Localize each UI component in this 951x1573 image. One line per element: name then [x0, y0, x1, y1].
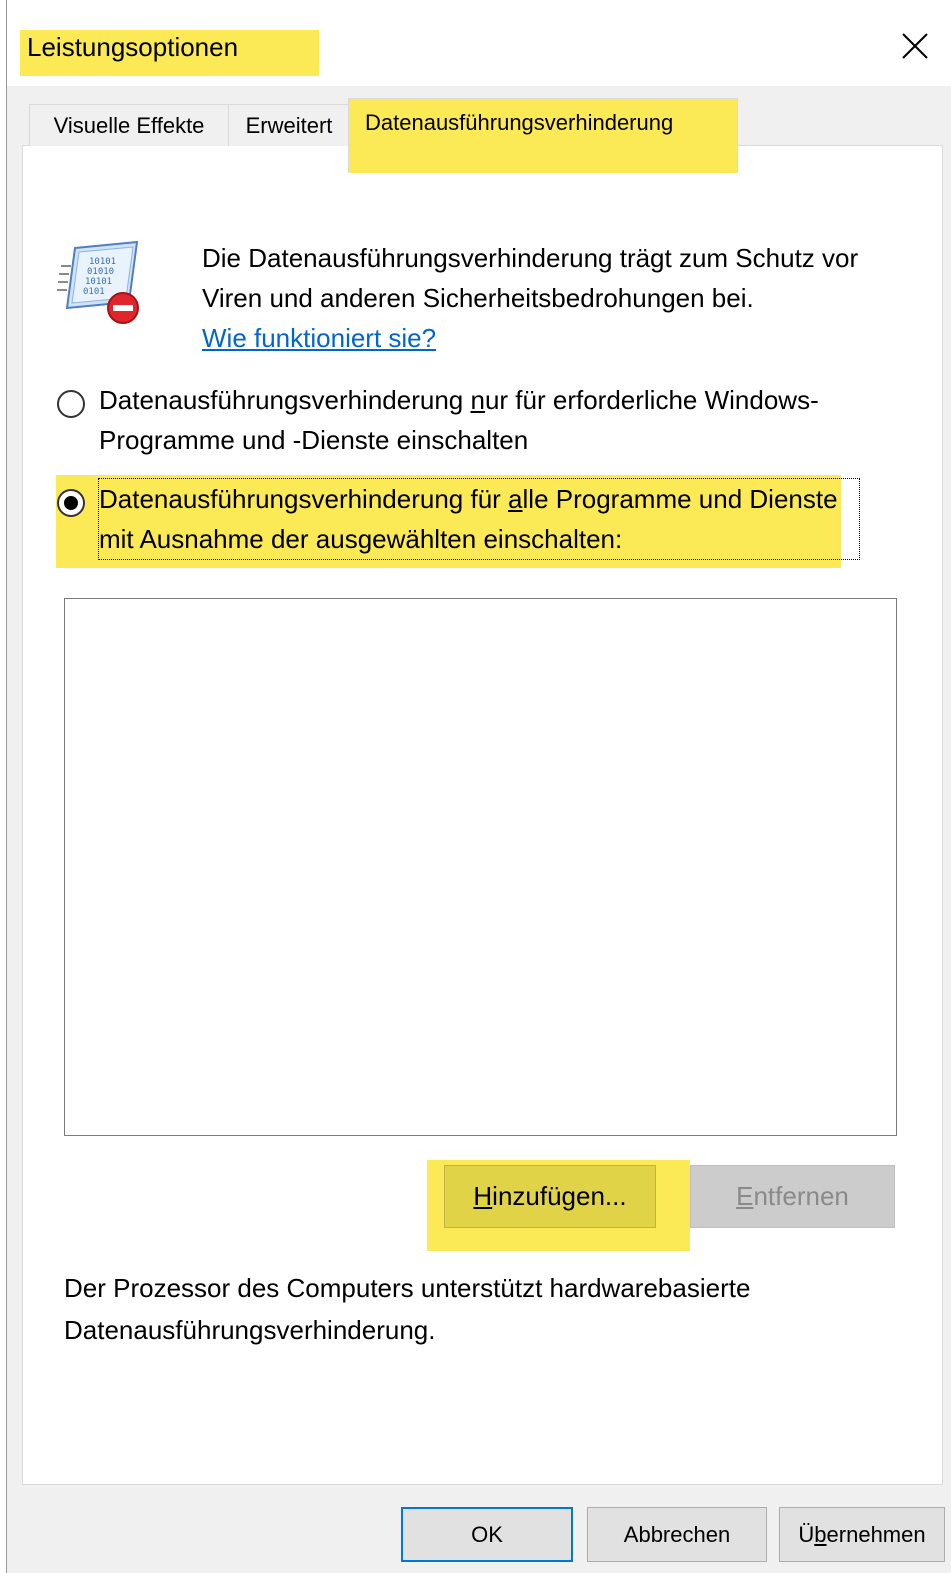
- remove-button[interactable]: Entfernen: [690, 1165, 895, 1228]
- performance-options-dialog: Leistungsoptionen Visuelle Effekte Erwei…: [6, 0, 951, 1573]
- how-it-works-link[interactable]: Wie funktioniert sie?: [202, 323, 436, 353]
- add-button[interactable]: Hinzufügen...: [444, 1165, 656, 1228]
- tab-visual-effects[interactable]: Visuelle Effekte: [29, 104, 229, 146]
- title-bar: Leistungsoptionen: [7, 0, 951, 86]
- svg-text:10101: 10101: [89, 257, 116, 267]
- svg-text:10101: 10101: [85, 277, 112, 287]
- apply-button[interactable]: Übernehmen: [779, 1507, 945, 1562]
- dep-description-text: Die Datenausführungsverhinderung trägt z…: [202, 243, 859, 313]
- close-icon: [902, 33, 928, 59]
- exceptions-listbox[interactable]: [64, 598, 897, 1136]
- hardware-dep-info: Der Prozessor des Computers unterstützt …: [64, 1273, 751, 1345]
- svg-text:01010: 01010: [87, 267, 114, 277]
- radio-all-except-selected-circle[interactable]: [57, 489, 85, 517]
- close-button[interactable]: [891, 22, 939, 70]
- cancel-button[interactable]: Abbrechen: [587, 1507, 767, 1562]
- dep-shield-icon: 10101 01010 10101 0101: [57, 240, 139, 324]
- tab-advanced[interactable]: Erweitert: [228, 104, 350, 146]
- dep-description: Die Datenausführungsverhinderung trägt z…: [202, 238, 917, 358]
- ok-button[interactable]: OK: [401, 1507, 573, 1562]
- radio-all-except-selected-label: Datenausführungsverhinderung für alle Pr…: [98, 478, 860, 560]
- radio-essential-only-label: Datenausführungsverhinderung nur für erf…: [99, 385, 819, 455]
- tab-dep[interactable]: Datenausführungsverhinderung: [348, 98, 738, 173]
- svg-text:0101: 0101: [83, 287, 105, 297]
- radio-essential-only-circle[interactable]: [57, 390, 85, 418]
- window-title: Leistungsoptionen: [27, 32, 239, 62]
